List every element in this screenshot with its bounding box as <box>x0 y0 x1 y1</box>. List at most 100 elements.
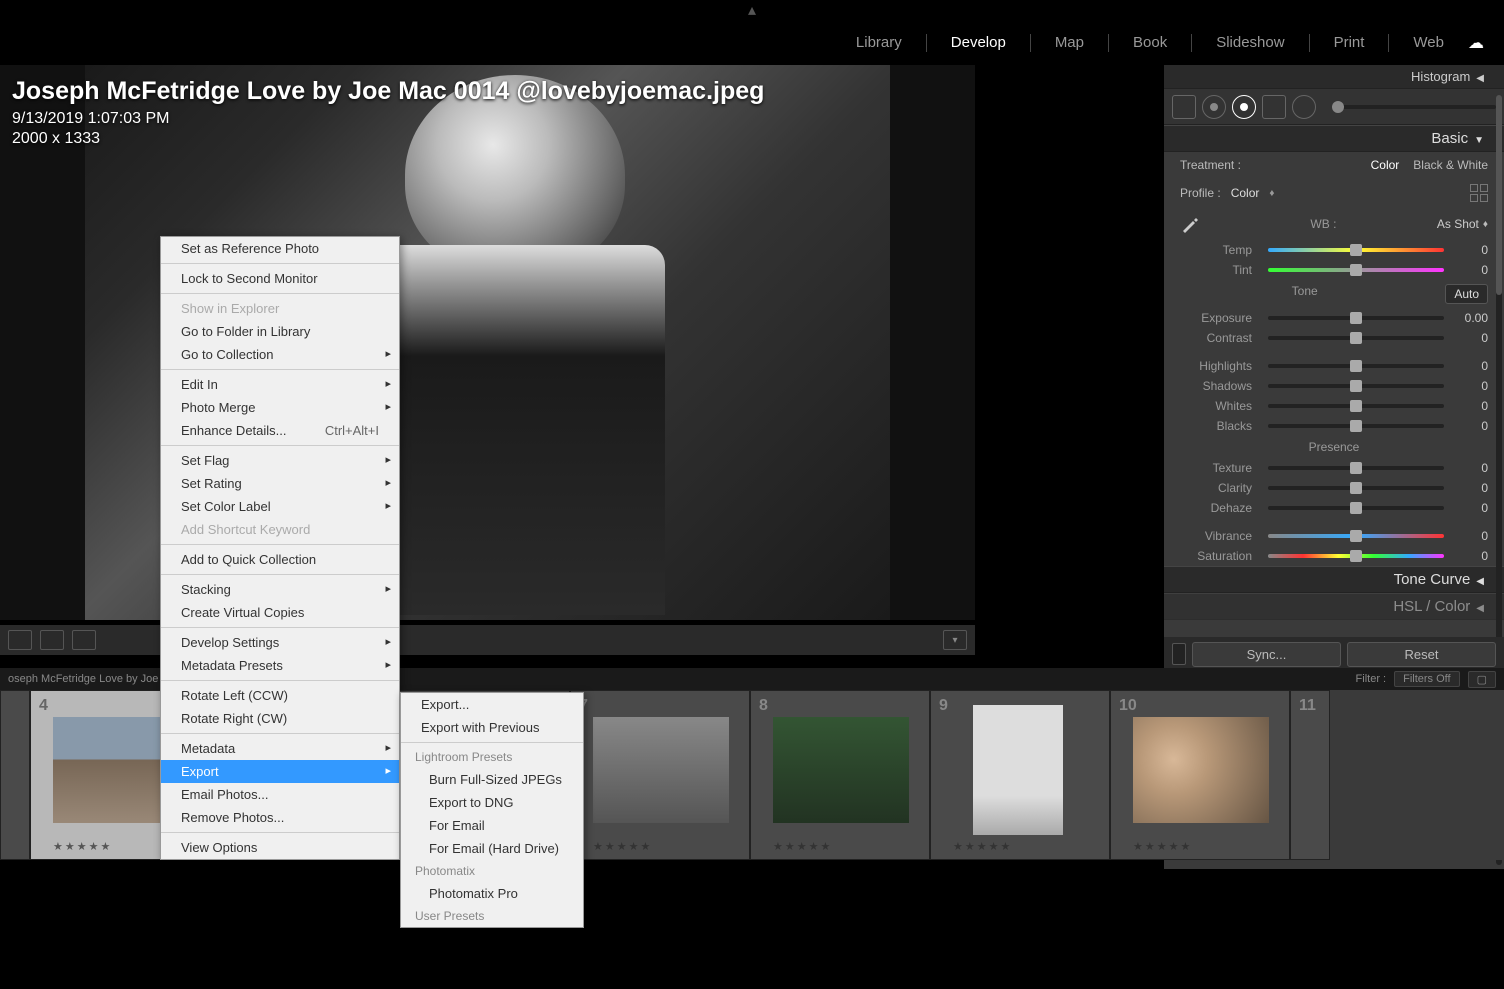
basic-panel-header[interactable]: Basic▼ <box>1164 125 1504 152</box>
radial-tool-icon[interactable] <box>1292 95 1316 119</box>
menu-item[interactable]: Photo Merge <box>161 396 399 419</box>
menu-item[interactable]: Email Photos... <box>161 783 399 806</box>
sync-switch[interactable] <box>1172 643 1186 665</box>
shadows-value[interactable]: 0 <box>1452 379 1488 393</box>
histogram-header[interactable]: Histogram◀ <box>1164 65 1504 89</box>
filmstrip-cell[interactable]: 9★★★★★ <box>930 690 1110 860</box>
wb-value[interactable]: As Shot <box>1437 217 1479 231</box>
vibrance-slider[interactable] <box>1268 534 1444 538</box>
temp-slider[interactable] <box>1268 248 1444 252</box>
spot-tool-icon[interactable] <box>1202 95 1226 119</box>
menu-item[interactable]: View Options <box>161 836 399 859</box>
reset-button[interactable]: Reset <box>1347 642 1496 667</box>
menu-item[interactable]: Go to Folder in Library <box>161 320 399 343</box>
dehaze-slider[interactable] <box>1268 506 1444 510</box>
rating-stars[interactable]: ★★★★★ <box>953 840 1012 853</box>
clarity-value[interactable]: 0 <box>1452 481 1488 495</box>
tonecurve-panel-header[interactable]: Tone Curve◀ <box>1164 566 1504 593</box>
before-after-tool[interactable] <box>40 630 64 650</box>
menu-item[interactable]: Rotate Right (CW) <box>161 707 399 730</box>
whites-value[interactable]: 0 <box>1452 399 1488 413</box>
texture-value[interactable]: 0 <box>1452 461 1488 475</box>
menu-item[interactable]: Lock to Second Monitor <box>161 267 399 290</box>
rating-stars[interactable]: ★★★★★ <box>593 840 652 853</box>
temp-value[interactable]: 0 <box>1452 243 1488 257</box>
menu-item[interactable]: Stacking <box>161 578 399 601</box>
menu-item[interactable]: Set as Reference Photo <box>161 237 399 260</box>
filmstrip-cell[interactable] <box>0 690 30 860</box>
grid-tool[interactable] <box>72 630 96 650</box>
menu-item[interactable]: Set Rating <box>161 472 399 495</box>
menu-item[interactable]: Metadata <box>161 737 399 760</box>
filmstrip-cell[interactable]: 11 <box>1290 690 1330 860</box>
menu-item[interactable]: Add to Quick Collection <box>161 548 399 571</box>
menu-item[interactable]: Edit In <box>161 373 399 396</box>
rating-stars[interactable]: ★★★★★ <box>773 840 832 853</box>
menu-item[interactable]: Export with Previous <box>401 716 583 739</box>
filter-lock-icon[interactable]: ▢ <box>1468 671 1496 688</box>
tab-print[interactable]: Print <box>1326 30 1373 55</box>
menu-item[interactable]: Rotate Left (CCW) <box>161 684 399 707</box>
menu-item[interactable]: Photomatix Pro <box>401 882 583 905</box>
menu-item[interactable]: Burn Full-Sized JPEGs <box>401 768 583 791</box>
gradient-tool-icon[interactable] <box>1262 95 1286 119</box>
menu-item[interactable]: Create Virtual Copies <box>161 601 399 624</box>
treatment-bw[interactable]: Black & White <box>1413 158 1488 172</box>
menu-item[interactable]: For Email (Hard Drive) <box>401 837 583 860</box>
menu-item[interactable]: Remove Photos... <box>161 806 399 829</box>
menu-item[interactable]: Export... <box>401 693 583 716</box>
profile-value[interactable]: Color <box>1231 186 1260 200</box>
tab-slideshow[interactable]: Slideshow <box>1208 30 1292 55</box>
filmstrip-cell[interactable]: 8★★★★★ <box>750 690 930 860</box>
rating-stars[interactable]: ★★★★★ <box>1133 840 1192 853</box>
menu-item[interactable]: For Email <box>401 814 583 837</box>
tab-web[interactable]: Web <box>1405 30 1452 55</box>
saturation-value[interactable]: 0 <box>1452 549 1488 563</box>
menu-item[interactable]: Export <box>161 760 399 783</box>
menu-item[interactable]: Go to Collection <box>161 343 399 366</box>
shadows-slider[interactable] <box>1268 384 1444 388</box>
menu-item[interactable]: Metadata Presets <box>161 654 399 677</box>
profile-browser-icon[interactable] <box>1470 184 1488 202</box>
saturation-slider[interactable] <box>1268 554 1444 558</box>
toolstrip-dropdown[interactable]: ▾ <box>943 630 967 650</box>
treatment-color[interactable]: Color <box>1371 158 1400 172</box>
blacks-slider[interactable] <box>1268 424 1444 428</box>
vibrance-value[interactable]: 0 <box>1452 529 1488 543</box>
dehaze-value[interactable]: 0 <box>1452 501 1488 515</box>
menu-item[interactable]: Export to DNG <box>401 791 583 814</box>
highlights-slider[interactable] <box>1268 364 1444 368</box>
tab-book[interactable]: Book <box>1125 30 1175 55</box>
menu-item[interactable]: Enhance Details...Ctrl+Alt+I <box>161 419 399 442</box>
menu-item[interactable]: Set Flag <box>161 449 399 472</box>
filmstrip-cell[interactable]: 10★★★★★ <box>1110 690 1290 860</box>
tab-develop[interactable]: Develop <box>943 30 1014 55</box>
menu-item[interactable]: Set Color Label <box>161 495 399 518</box>
auto-button[interactable]: Auto <box>1445 284 1488 304</box>
cloud-sync-icon[interactable]: ☁ <box>1468 33 1484 53</box>
clarity-slider[interactable] <box>1268 486 1444 490</box>
tint-value[interactable]: 0 <box>1452 263 1488 277</box>
rating-stars[interactable]: ★★★★★ <box>53 840 112 853</box>
filter-dropdown[interactable]: Filters Off <box>1394 671 1459 687</box>
filmstrip-path[interactable]: oseph McFetridge Love by Joe Mac <box>8 673 182 685</box>
tab-library[interactable]: Library <box>848 30 910 55</box>
highlights-value[interactable]: 0 <box>1452 359 1488 373</box>
hsl-panel-header[interactable]: HSL / Color◀ <box>1164 593 1504 620</box>
exposure-value[interactable]: 0.00 <box>1452 311 1488 325</box>
crop-tool-icon[interactable] <box>1172 95 1196 119</box>
blacks-value[interactable]: 0 <box>1452 419 1488 433</box>
image-canvas[interactable]: Joseph McFetridge Love by Joe Mac 0014 @… <box>0 65 975 620</box>
sync-button[interactable]: Sync... <box>1192 642 1341 667</box>
contrast-slider[interactable] <box>1268 336 1444 340</box>
whites-slider[interactable] <box>1268 404 1444 408</box>
compare-tool[interactable] <box>8 630 32 650</box>
mask-slider[interactable] <box>1332 105 1496 109</box>
contrast-value[interactable]: 0 <box>1452 331 1488 345</box>
eyedropper-icon[interactable] <box>1180 214 1200 234</box>
panel-collapse-arrow-icon[interactable]: ▴ <box>748 0 756 20</box>
texture-slider[interactable] <box>1268 466 1444 470</box>
exposure-slider[interactable] <box>1268 316 1444 320</box>
tab-map[interactable]: Map <box>1047 30 1092 55</box>
tint-slider[interactable] <box>1268 268 1444 272</box>
